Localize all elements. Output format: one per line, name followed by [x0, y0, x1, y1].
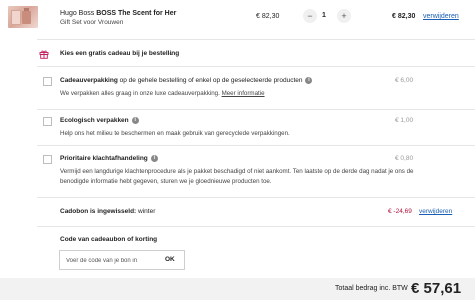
line-total-price: € 82,30: [392, 13, 416, 20]
divider: [37, 109, 475, 110]
option-title: Ecologisch verpakken i: [60, 117, 139, 124]
option-price: € 6,00: [395, 77, 414, 84]
free-gift-selector[interactable]: Kies een gratis cadeau bij je bestelling…: [0, 47, 475, 61]
more-info-link[interactable]: Meer informatie: [222, 90, 265, 97]
gift-icon: [39, 50, 49, 59]
quantity-value: 1: [322, 12, 326, 19]
info-icon[interactable]: i: [131, 117, 139, 124]
remove-coupon-link[interactable]: verwijderen: [419, 208, 452, 215]
info-icon[interactable]: i: [305, 77, 313, 84]
divider: [37, 39, 475, 40]
total-label: Totaal bedrag inc. BTW: [335, 285, 408, 292]
divider: [37, 197, 475, 198]
option-description: Vermijd een langdurige klachtenprocedure…: [60, 168, 414, 185]
voucher-code-input[interactable]: [66, 256, 161, 266]
option-title-bold: Ecologisch verpakken: [60, 117, 129, 125]
remove-product-link[interactable]: verwijderen: [423, 13, 459, 20]
cart-product-row: Hugo Boss BOSS The Scent for Her Gift Se…: [0, 0, 475, 36]
giftset-box-shape: [11, 10, 21, 25]
divider: [37, 145, 475, 146]
divider: [37, 66, 475, 67]
eco-packaging-checkbox[interactable]: [43, 117, 52, 126]
coupon-label: Cadobon is ingewisseld: winter: [60, 208, 155, 215]
divider: [37, 226, 475, 227]
option-title-bold: Cadeauverpakking: [60, 77, 118, 85]
product-title: BOSS The Scent for Her: [96, 10, 177, 17]
product-thumbnail[interactable]: [8, 6, 38, 28]
product-subtitle: Gift Set voor Vrouwen: [60, 19, 124, 26]
voucher-form: OK: [59, 250, 185, 270]
gift-wrap-checkbox[interactable]: [43, 77, 52, 86]
total-value: € 57,61: [411, 280, 462, 297]
product-brand: Hugo Boss: [60, 10, 95, 17]
option-description: We verpakken alles graag in onze luxe ca…: [60, 89, 415, 99]
quantity-decrease-button[interactable]: −: [303, 9, 317, 23]
chevron-down-icon: ⌄: [168, 50, 174, 57]
coupon-code: winter: [136, 208, 156, 215]
coupon-label-text: Cadobon is ingewisseld:: [60, 208, 137, 215]
option-title-bold: Prioritaire klachtafhandeling: [60, 155, 148, 163]
product-name[interactable]: Hugo Boss BOSS The Scent for Her: [60, 10, 176, 17]
voucher-title: Code van cadeaubon of korting: [60, 236, 158, 243]
coupon-discount: € -24,69: [388, 208, 412, 215]
option-title: Prioritaire klachtafhandeling i: [60, 155, 158, 162]
info-icon[interactable]: i: [150, 155, 158, 162]
option-title: Cadeauverpakking op de gehele bestelling…: [60, 77, 313, 85]
option-price: € 0,80: [395, 155, 414, 162]
option-description-text: We verpakken alles graag in onze luxe ca…: [60, 90, 220, 97]
perfume-bottle-shape: [22, 11, 31, 24]
unit-price: € 82,30: [256, 13, 280, 20]
option-price: € 1,00: [395, 117, 414, 124]
free-gift-label: Kies een gratis cadeau bij je bestelling: [60, 50, 180, 57]
priority-claims-checkbox[interactable]: [43, 155, 52, 164]
quantity-increase-button[interactable]: +: [337, 9, 351, 23]
applied-coupon-row: Cadobon is ingewisseld: winter € -24,69 …: [0, 205, 475, 219]
option-description: Help ons het milieu te beschermen en maa…: [60, 130, 290, 137]
voucher-ok-button[interactable]: OK: [165, 256, 175, 263]
order-total-bar: Totaal bedrag inc. BTW € 57,61: [0, 278, 475, 300]
option-title-rest: op de gehele bestelling of enkel op de g…: [117, 77, 303, 85]
